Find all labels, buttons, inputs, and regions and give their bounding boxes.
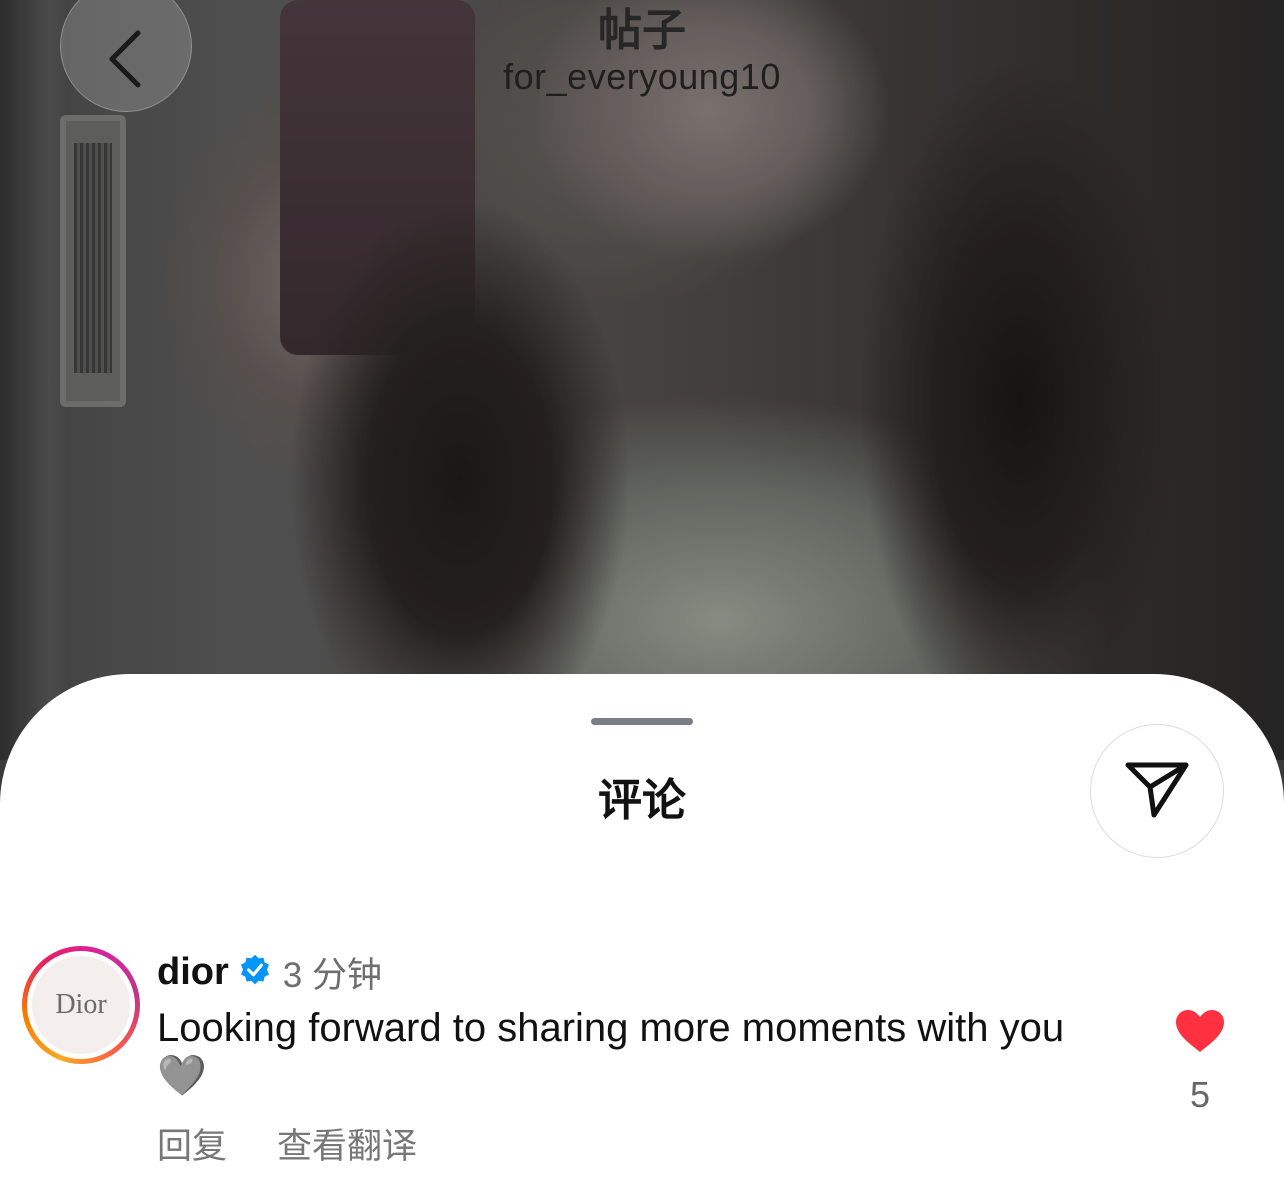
sheet-drag-handle[interactable] [591,718,693,725]
like-button[interactable] [1174,1008,1226,1054]
comment-actions: 回复 查看翻译 [157,1118,467,1169]
comment-username[interactable]: dior [157,951,229,994]
post-author-username[interactable]: for_everyoung10 [0,56,1284,98]
post-photo-background [0,0,1284,760]
comment-item: Dior dior 3 分钟 Looking forward to sharin… [0,944,1284,1192]
comments-sheet: 评论 Dior dior 3 分钟 Looking forward to sha… [0,674,1284,1192]
comment-header: dior 3 分钟 [157,944,382,1000]
page-title: 帖子 [598,6,686,55]
heart-icon [1174,1010,1226,1058]
see-translation-button[interactable]: 查看翻译 [277,1118,417,1169]
paper-plane-icon [1122,757,1192,826]
share-button[interactable] [1090,724,1224,858]
like-count: 5 [1189,1074,1211,1115]
comment-text: Looking forward to sharing more moments … [157,1006,1065,1098]
photo-dim-overlay [0,0,1284,760]
avatar: Dior [32,956,130,1054]
reply-button[interactable]: 回复 [157,1118,227,1169]
comment-timestamp: 3 分钟 [282,955,382,995]
verified-badge-icon [229,954,271,991]
story-ring[interactable]: Dior [22,946,140,1064]
